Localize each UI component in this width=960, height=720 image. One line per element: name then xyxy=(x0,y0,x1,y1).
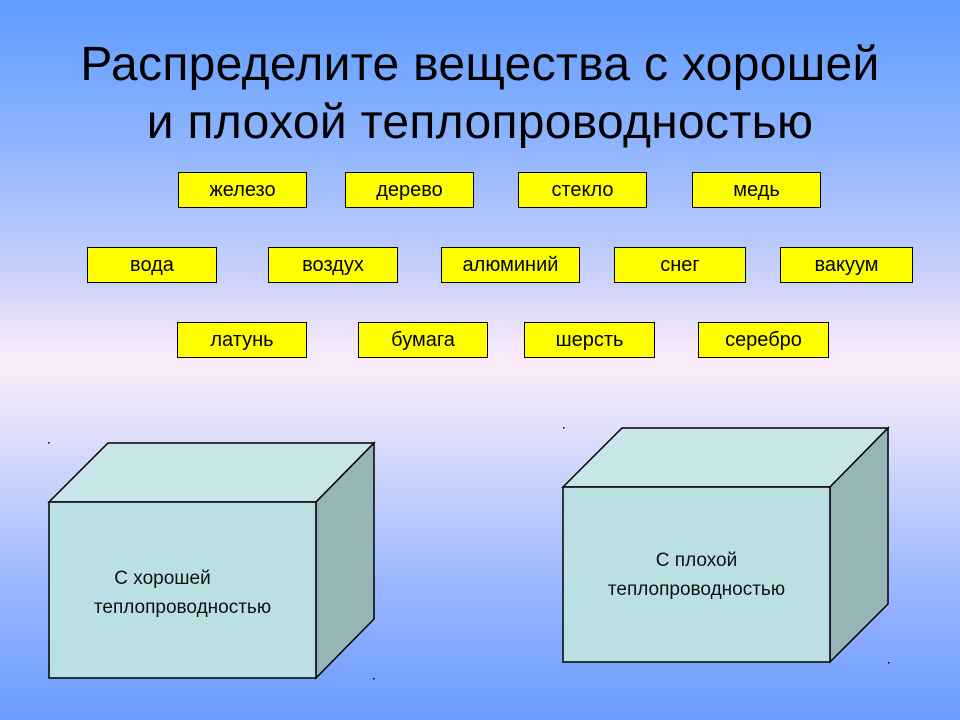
good-conductivity-cube[interactable] xyxy=(47,441,376,680)
selection-handle-dot xyxy=(888,662,890,664)
label-line-1: С плохой xyxy=(655,550,738,571)
label-line-2: теплопроводностью xyxy=(93,597,272,618)
selection-handle-dot xyxy=(48,442,50,444)
poor-conductivity-label: С плохой теплопроводностью xyxy=(563,546,830,604)
selection-handle-dot xyxy=(373,678,375,680)
selection-handle-dot xyxy=(563,427,565,429)
label-line-2: теплопроводностью xyxy=(607,579,786,600)
poor-conductivity-cube[interactable] xyxy=(561,426,890,664)
good-conductivity-label: С хорошей теплопроводностью xyxy=(49,564,316,622)
label-line-1: С хорошей xyxy=(114,568,211,589)
